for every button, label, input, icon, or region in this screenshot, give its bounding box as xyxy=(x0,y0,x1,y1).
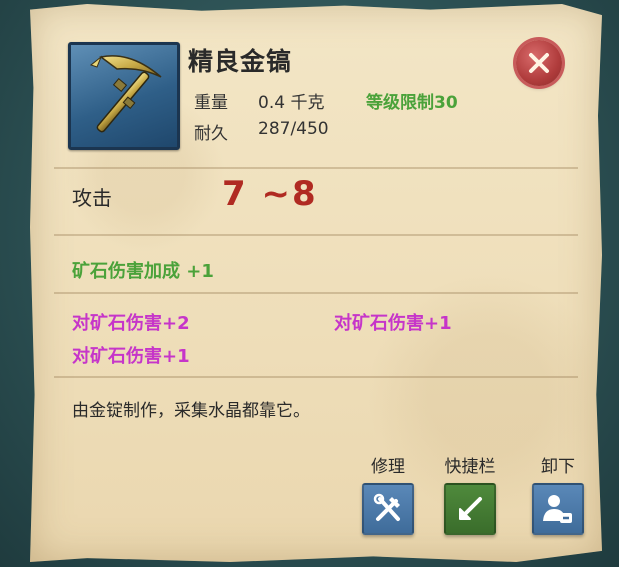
divider xyxy=(54,292,578,294)
ore-damage-stat: 对矿石伤害+1 xyxy=(334,313,452,334)
repair-button[interactable] xyxy=(362,483,414,535)
shortcut-arrow-icon xyxy=(459,497,482,520)
unequip-button[interactable] xyxy=(532,483,584,535)
weight-label: 重量 xyxy=(194,93,228,113)
unequip-label: 卸下 xyxy=(541,457,575,477)
golden-pickaxe-icon xyxy=(68,42,180,150)
close-icon xyxy=(529,53,549,73)
shortcut-label: 快捷栏 xyxy=(444,457,496,477)
shortcut-action: 快捷栏 xyxy=(440,452,500,535)
shortcut-button[interactable] xyxy=(444,483,496,535)
ore-damage-stat: 对矿石伤害+1 xyxy=(72,346,190,367)
repair-tools-icon xyxy=(373,493,400,521)
ore-damage-stat: 对矿石伤害+2 xyxy=(72,313,190,334)
attack-label: 攻击 xyxy=(72,186,112,210)
divider xyxy=(54,167,578,169)
durability-value: 287/450 xyxy=(258,119,329,139)
repair-label: 修理 xyxy=(371,457,405,477)
attack-value: 7 ~8 xyxy=(222,174,318,214)
durability-label: 耐久 xyxy=(194,124,228,144)
item-name: 精良金镐 xyxy=(188,47,293,76)
level-requirement: 等级限制30 xyxy=(366,93,458,113)
repair-action: 修理 xyxy=(358,452,418,535)
divider xyxy=(54,376,578,378)
unequip-user-icon xyxy=(543,495,572,523)
weight-value: 0.4 千克 xyxy=(258,93,325,113)
divider xyxy=(54,234,578,236)
unequip-action: 卸下 xyxy=(528,452,588,535)
ore-damage-bonus: 矿石伤害加成 +1 xyxy=(72,261,214,282)
item-description: 由金锭制作，采集水晶都靠它。 xyxy=(72,401,310,421)
close-button[interactable] xyxy=(516,40,562,86)
